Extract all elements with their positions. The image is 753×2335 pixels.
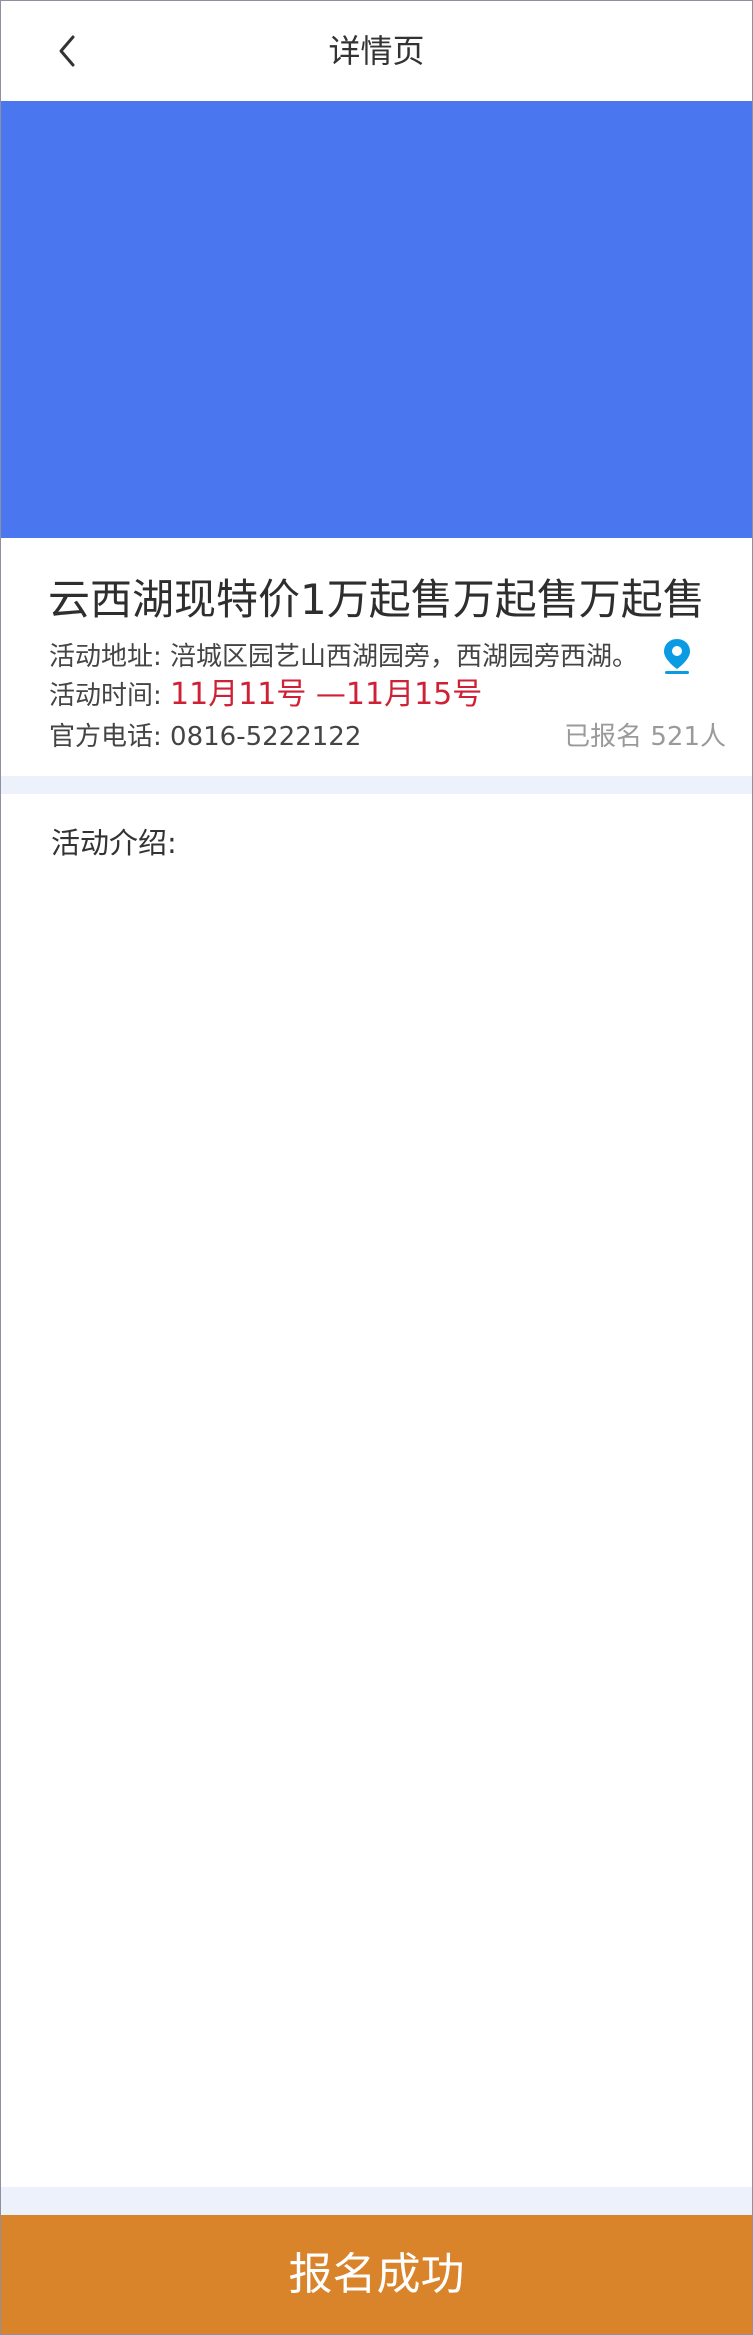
signup-success-button[interactable]: 报名成功 bbox=[1, 2215, 752, 2334]
map-location-button[interactable] bbox=[659, 636, 695, 676]
detail-page: 详情页 云西湖现特价1万起售万起售万起售 活动地址: 涪城区园艺山西湖园旁，西湖… bbox=[0, 0, 753, 2335]
event-time-row: 活动时间: 11月11号 —11月15号 bbox=[49, 678, 482, 713]
page-title: 详情页 bbox=[328, 32, 425, 70]
section-divider-bottom bbox=[1, 2187, 752, 2215]
event-intro-section: 活动介绍: bbox=[1, 794, 752, 2187]
event-banner-image bbox=[1, 101, 752, 538]
signup-count: 已报名 521人 bbox=[564, 720, 726, 754]
phone-value[interactable]: 0816-5222122 bbox=[170, 722, 361, 752]
signup-number: 521人 bbox=[650, 722, 726, 752]
event-title: 云西湖现特价1万起售万起售万起售 bbox=[48, 575, 705, 624]
time-value: 11月11号 —11月15号 bbox=[170, 677, 483, 712]
time-label: 活动时间: bbox=[49, 681, 162, 711]
event-address-row: 活动地址: 涪城区园艺山西湖园旁，西湖园旁西湖。 bbox=[49, 640, 638, 674]
event-phone-row: 官方电话: 0816-5222122 bbox=[49, 720, 361, 754]
address-label: 活动地址: bbox=[49, 642, 162, 672]
section-divider bbox=[1, 776, 752, 794]
location-pin-icon bbox=[664, 639, 690, 674]
phone-label: 官方电话: bbox=[49, 722, 162, 752]
event-info-card: 云西湖现特价1万起售万起售万起售 活动地址: 涪城区园艺山西湖园旁，西湖园旁西湖… bbox=[1, 538, 752, 776]
signup-label: 已报名 bbox=[564, 722, 643, 752]
intro-heading: 活动介绍: bbox=[51, 826, 177, 860]
address-value: 涪城区园艺山西湖园旁，西湖园旁西湖。 bbox=[170, 642, 639, 672]
top-nav-bar: 详情页 bbox=[1, 1, 752, 101]
